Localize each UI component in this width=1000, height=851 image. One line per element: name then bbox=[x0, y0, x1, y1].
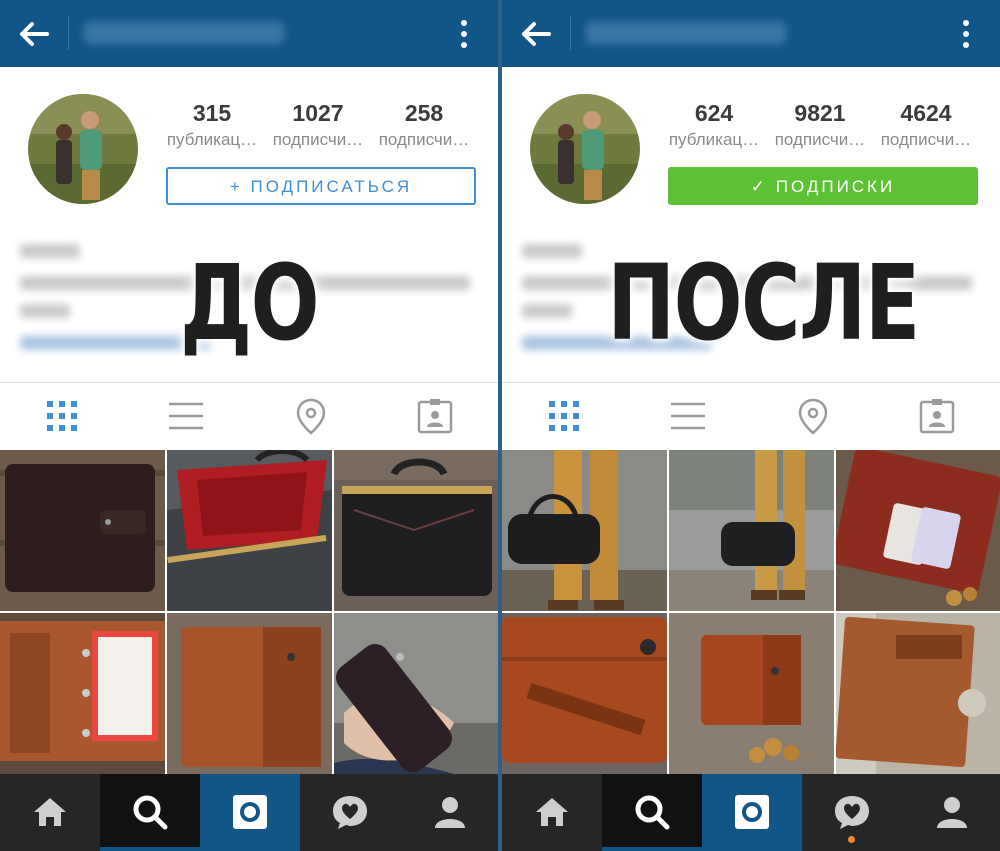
grid-photo[interactable] bbox=[334, 613, 498, 774]
photo-grid bbox=[502, 450, 1000, 774]
stat-followers[interactable]: 1027 подписчи… bbox=[266, 98, 370, 158]
activity-icon bbox=[835, 796, 869, 829]
stat-posts-label: публикац… bbox=[166, 130, 258, 149]
profile-stats: 624 публикац… 9821 подписчи… 4624 подпис… bbox=[662, 98, 982, 158]
notification-dot bbox=[848, 836, 855, 843]
nav-profile[interactable] bbox=[902, 774, 1000, 851]
nav-active-indicator bbox=[602, 847, 702, 851]
panel-before: pavel_matrosov 315 публикац… 1027 подпис… bbox=[0, 0, 498, 851]
top-bar: pavel_matrosov bbox=[0, 0, 498, 67]
overlay-caption: ДО bbox=[179, 242, 320, 364]
grid-photo[interactable] bbox=[0, 613, 165, 774]
stat-following[interactable]: 258 подписчи… bbox=[372, 98, 476, 158]
follow-button[interactable]: + ПОДПИСАТЬСЯ bbox=[166, 167, 476, 205]
top-bar: pavel_matrosov bbox=[502, 0, 1000, 67]
stat-posts[interactable]: 315 публикац… bbox=[160, 98, 264, 158]
stat-posts-count: 624 bbox=[694, 100, 734, 126]
more-options-icon[interactable] bbox=[444, 14, 484, 54]
stat-followers-count: 9821 bbox=[794, 100, 846, 126]
grid-photo[interactable] bbox=[669, 450, 834, 611]
grid-view-icon[interactable] bbox=[544, 396, 584, 436]
grid-photo[interactable] bbox=[167, 613, 332, 774]
nav-activity[interactable] bbox=[802, 774, 902, 851]
stat-followers-count: 1027 bbox=[292, 100, 344, 126]
camera-icon bbox=[735, 795, 769, 829]
stat-following-label: подписчи… bbox=[378, 130, 470, 149]
stat-posts-count: 315 bbox=[192, 100, 232, 126]
activity-icon bbox=[333, 796, 367, 829]
stat-posts[interactable]: 624 публикац… bbox=[662, 98, 766, 158]
camera-icon bbox=[233, 795, 267, 829]
tabs-divider bbox=[502, 382, 1000, 383]
grid-photo[interactable] bbox=[334, 450, 498, 611]
following-button[interactable]: ✓ ПОДПИСКИ bbox=[668, 167, 978, 205]
bottom-navigation bbox=[502, 774, 1000, 851]
nav-activity[interactable] bbox=[300, 774, 400, 851]
stat-followers-label: подписчи… bbox=[272, 130, 364, 149]
stat-following-label: подписчи… bbox=[880, 130, 972, 149]
search-icon bbox=[133, 795, 168, 830]
profile-username: pavel_matrosov bbox=[586, 22, 786, 44]
stat-posts-label: публикац… bbox=[668, 130, 760, 149]
back-arrow-icon[interactable] bbox=[14, 14, 54, 54]
grid-photo[interactable] bbox=[502, 613, 667, 774]
profile-stats: 315 публикац… 1027 подписчи… 258 подписч… bbox=[160, 98, 480, 158]
tagged-photos-icon[interactable] bbox=[917, 396, 957, 436]
location-pin-icon[interactable] bbox=[291, 396, 331, 436]
topbar-separator bbox=[570, 16, 571, 50]
profile-username: pavel_matrosov bbox=[84, 22, 284, 44]
back-arrow-icon[interactable] bbox=[516, 14, 556, 54]
nav-search[interactable] bbox=[602, 774, 702, 851]
nav-home[interactable] bbox=[502, 774, 602, 851]
nav-camera[interactable] bbox=[702, 774, 802, 851]
location-pin-icon[interactable] bbox=[793, 396, 833, 436]
stat-followers[interactable]: 9821 подписчи… bbox=[768, 98, 872, 158]
grid-photo[interactable] bbox=[502, 450, 667, 611]
grid-photo[interactable] bbox=[836, 450, 1000, 611]
grid-photo[interactable] bbox=[167, 450, 332, 611]
topbar-separator bbox=[68, 16, 69, 50]
search-icon bbox=[635, 795, 670, 830]
stat-following[interactable]: 4624 подписчи… bbox=[874, 98, 978, 158]
grid-photo[interactable] bbox=[836, 613, 1000, 774]
grid-view-icon[interactable] bbox=[42, 396, 82, 436]
panel-after: pavel_matrosov 624 публикац… 9821 подпис… bbox=[502, 0, 1000, 851]
profile-icon bbox=[937, 797, 967, 828]
bottom-navigation bbox=[0, 774, 498, 851]
grid-photo[interactable] bbox=[0, 450, 165, 611]
nav-search[interactable] bbox=[100, 774, 200, 851]
profile-icon bbox=[435, 797, 465, 828]
grid-photo[interactable] bbox=[669, 613, 834, 774]
photo-grid bbox=[0, 450, 498, 774]
tagged-photos-icon[interactable] bbox=[415, 396, 455, 436]
stat-following-count: 4624 bbox=[900, 100, 952, 126]
stat-following-count: 258 bbox=[404, 100, 444, 126]
nav-camera[interactable] bbox=[200, 774, 300, 851]
nav-active-indicator bbox=[100, 847, 200, 851]
list-view-icon[interactable] bbox=[166, 396, 206, 436]
overlay-caption: ПОСЛЕ bbox=[607, 242, 920, 364]
stat-followers-label: подписчи… bbox=[774, 130, 866, 149]
profile-avatar[interactable] bbox=[530, 94, 640, 204]
list-view-icon[interactable] bbox=[668, 396, 708, 436]
more-options-icon[interactable] bbox=[946, 14, 986, 54]
tabs-divider bbox=[0, 382, 498, 383]
nav-home[interactable] bbox=[0, 774, 100, 851]
nav-profile[interactable] bbox=[400, 774, 498, 851]
profile-avatar[interactable] bbox=[28, 94, 138, 204]
home-icon bbox=[34, 798, 66, 826]
home-icon bbox=[536, 798, 568, 826]
